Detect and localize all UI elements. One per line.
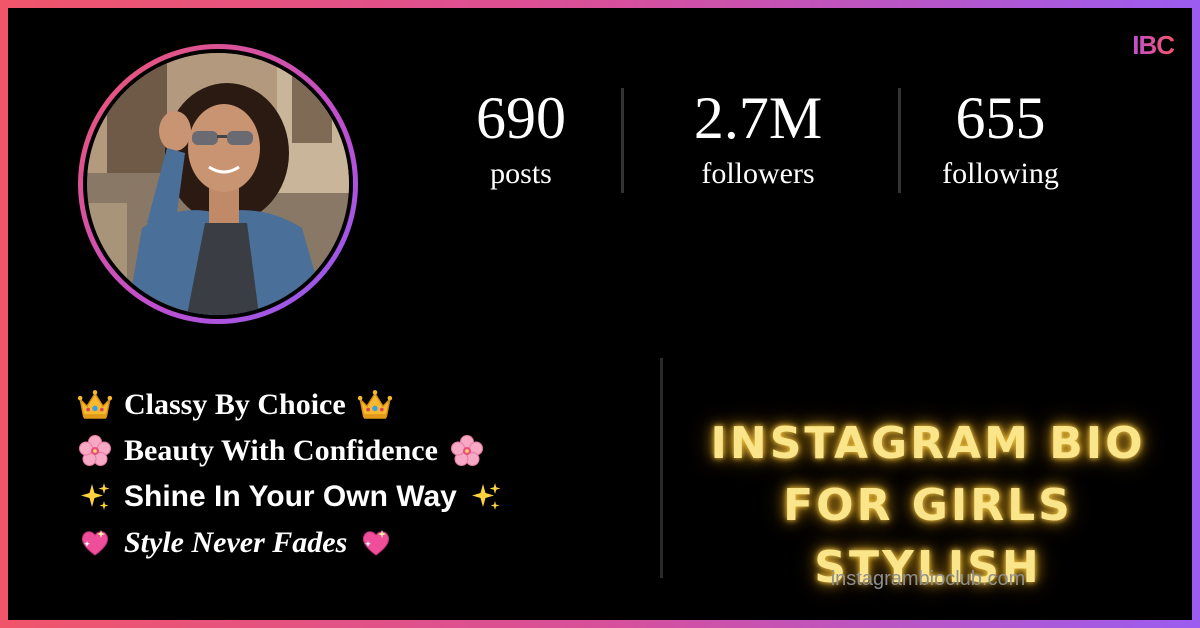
website-url[interactable]: instagrambioclub.com <box>668 568 1188 591</box>
bio-text: Shine In Your Own Way <box>124 480 457 513</box>
sparkling-heart-icon <box>76 527 114 559</box>
following-label: following <box>942 157 1059 190</box>
cherry-blossom-icon <box>76 435 114 467</box>
bio-line: Beauty With Confidence <box>76 428 505 474</box>
bio-text: Style Never Fades <box>124 526 348 559</box>
stat-following[interactable]: 655 following <box>928 84 1073 194</box>
bio: Classy By Choice Beauty With Confidence … <box>76 382 505 566</box>
followers-label: followers <box>701 157 815 190</box>
section-divider <box>660 358 663 578</box>
bio-line: Style Never Fades <box>76 520 505 566</box>
sparkles-icon <box>467 481 505 513</box>
following-count: 655 <box>955 85 1046 151</box>
banner: IBC 690 posts 2.7M followers 655 followi… <box>8 8 1192 620</box>
profile-photo <box>87 53 349 315</box>
bio-line: Classy By Choice <box>76 382 505 428</box>
avatar[interactable] <box>78 44 358 324</box>
posts-label: posts <box>490 157 552 190</box>
sparkling-heart-icon <box>357 527 395 559</box>
bio-text: Beauty With Confidence <box>124 434 438 467</box>
cherry-blossom-icon <box>448 435 486 467</box>
followers-count: 2.7M <box>693 85 823 151</box>
stat-divider <box>898 88 901 193</box>
stat-posts[interactable]: 690 posts <box>456 84 586 194</box>
stat-divider <box>621 88 624 193</box>
bio-line: Shine In Your Own Way <box>76 474 505 520</box>
posts-count: 690 <box>476 85 566 151</box>
bio-text: Classy By Choice <box>124 388 346 421</box>
headline-line-1: INSTAGRAM BIO <box>710 418 1146 469</box>
brand-logo[interactable]: IBC <box>1132 30 1175 61</box>
crown-icon <box>76 389 114 421</box>
sparkles-icon <box>76 481 114 513</box>
crown-icon <box>356 389 394 421</box>
stat-followers[interactable]: 2.7M followers <box>663 84 853 194</box>
